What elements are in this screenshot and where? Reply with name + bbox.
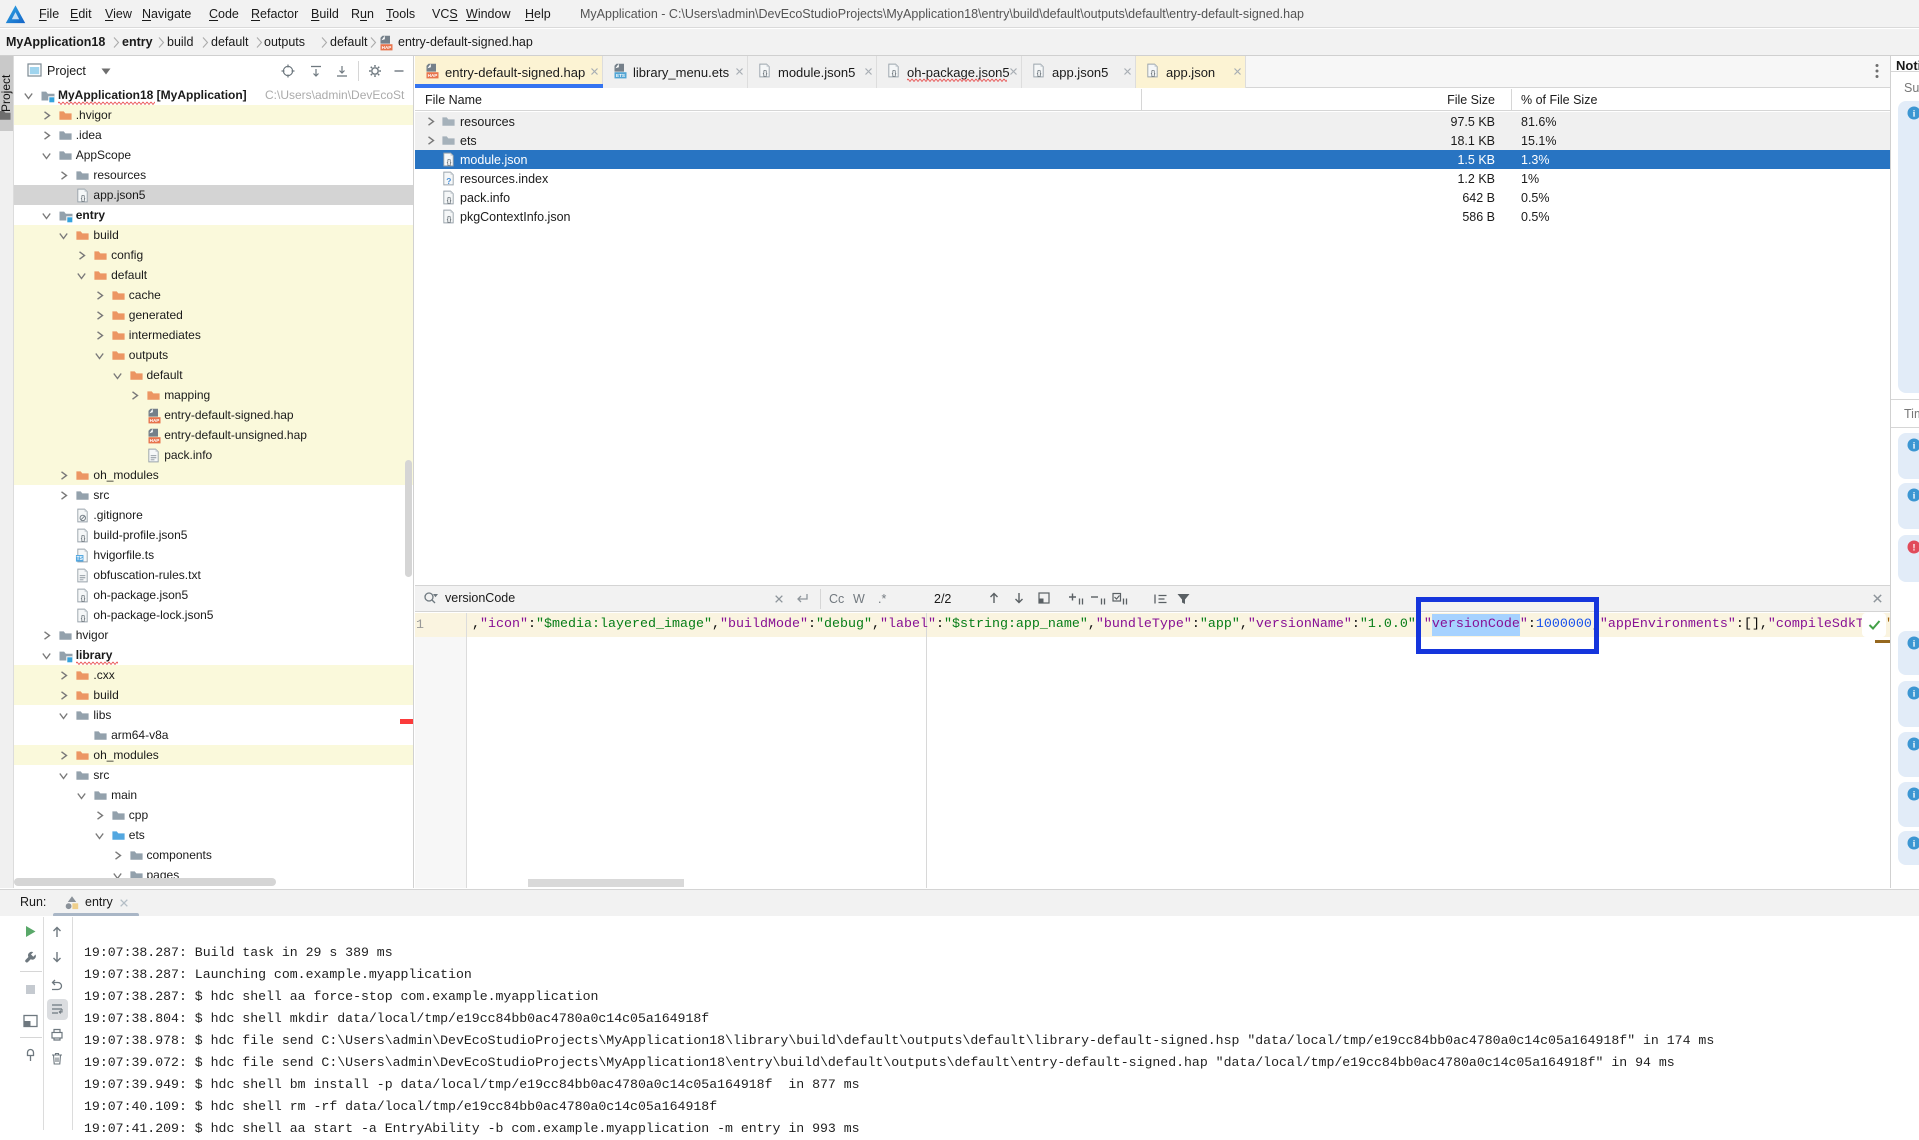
- svg-text:?: ?: [446, 176, 451, 186]
- svg-text:{}: {}: [1037, 70, 1042, 77]
- svg-text:HAP: HAP: [382, 45, 392, 50]
- svg-text:HAP: HAP: [428, 73, 438, 78]
- svg-text:{}: {}: [447, 216, 452, 223]
- svg-text:{}: {}: [447, 159, 452, 166]
- svg-text:{}: {}: [81, 195, 86, 202]
- svg-text:{}: {}: [81, 615, 86, 622]
- svg-text:HAP: HAP: [150, 418, 160, 423]
- svg-text:ETS: ETS: [616, 73, 625, 78]
- svg-text:{}: {}: [81, 595, 86, 602]
- svg-text:HAP: HAP: [150, 438, 160, 443]
- svg-text:{}: {}: [892, 70, 897, 77]
- svg-text:{}: {}: [763, 70, 768, 77]
- svg-text:{}: {}: [1151, 70, 1156, 77]
- svg-text:{}: {}: [81, 535, 86, 542]
- svg-text:!: !: [1913, 543, 1916, 553]
- svg-text:{}: {}: [447, 197, 452, 204]
- svg-text:TS: TS: [77, 556, 84, 562]
